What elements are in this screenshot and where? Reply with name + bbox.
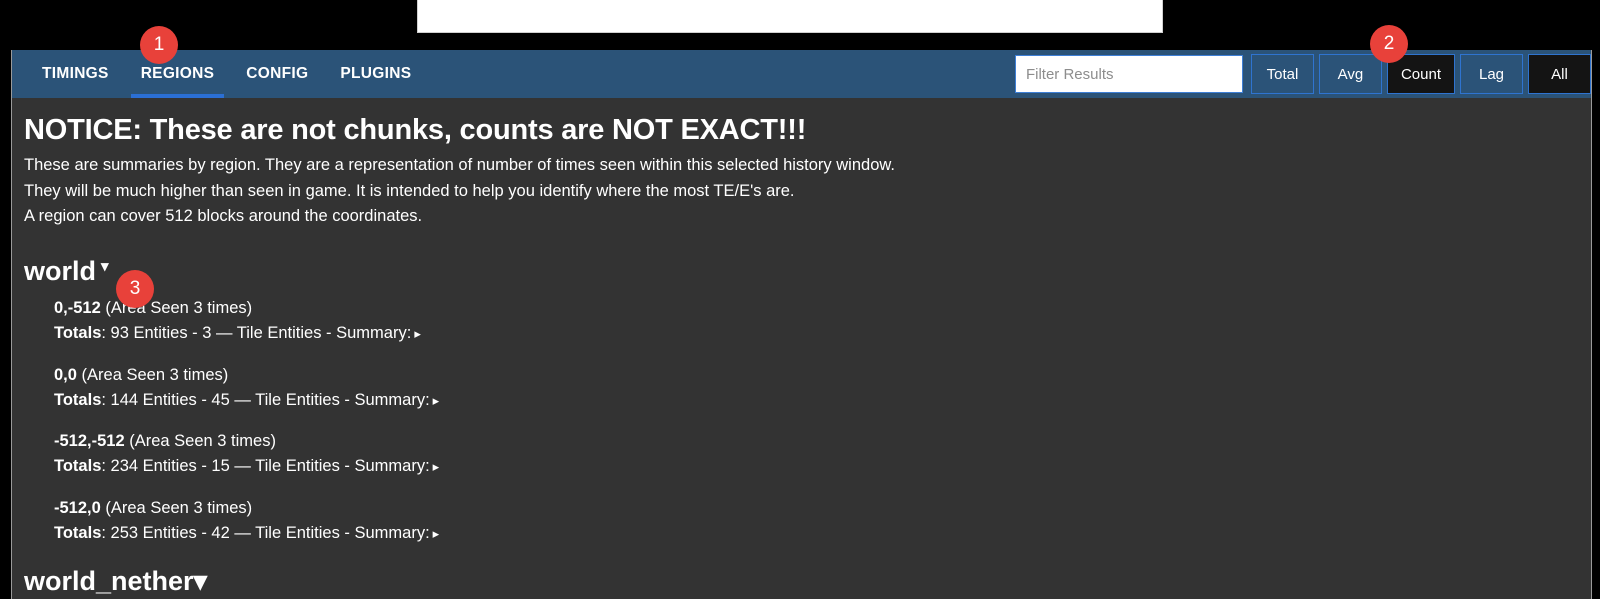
region-totals-line: Totals: 93 Entities - 3 — Tile Entities …	[54, 321, 1591, 346]
annotation-badge-1: 1	[140, 26, 178, 64]
metric-button-all[interactable]: All	[1528, 54, 1591, 94]
world-heading[interactable]: world ▾	[24, 256, 109, 287]
annotation-badge-2: 2	[1370, 25, 1408, 63]
region-seen-text: (Area Seen 3 times)	[129, 432, 276, 451]
region-coords: 0,0	[54, 365, 77, 384]
summary-expand-icon[interactable]: ▸	[414, 326, 421, 341]
tab-config[interactable]: CONFIG	[230, 50, 324, 98]
region-totals-line: Totals: 253 Entities - 42 — Tile Entitie…	[54, 521, 1591, 546]
region-item: -512,0 (Area Seen 3 times) Totals: 253 E…	[24, 497, 1591, 546]
metric-button-group: Total Avg Count Lag All	[1250, 54, 1591, 94]
region-item: -512,-512 (Area Seen 3 times) Totals: 23…	[24, 430, 1591, 479]
region-item: 0,-512 (Area Seen 3 times) Totals: 93 En…	[24, 297, 1591, 346]
nav-tabs: TIMINGS REGIONS CONFIG PLUGINS	[12, 50, 427, 98]
region-coords-line: -512,0 (Area Seen 3 times)	[54, 497, 1591, 521]
notice-line-1: These are summaries by region. They are …	[24, 156, 895, 175]
notice-line-2: They will be much higher than seen in ga…	[24, 181, 795, 200]
tab-plugins[interactable]: PLUGINS	[324, 50, 427, 98]
region-totals-line: Totals: 144 Entities - 45 — Tile Entitie…	[54, 388, 1591, 413]
notice-line-3: A region can cover 512 blocks around the…	[24, 207, 423, 226]
region-totals-label: Totals	[54, 523, 102, 542]
screenshot-root: TIMINGS REGIONS CONFIG PLUGINS Total Avg…	[0, 0, 1600, 599]
region-totals-text: : 234 Entities - 15 — Tile Entities - Su…	[101, 457, 430, 476]
region-item: 0,0 (Area Seen 3 times) Totals: 144 Enti…	[24, 364, 1591, 413]
region-seen-text: (Area Seen 3 times)	[81, 365, 229, 384]
region-coords: -512,0	[54, 499, 101, 518]
nav-controls: Total Avg Count Lag All	[1014, 50, 1591, 98]
metric-button-avg[interactable]: Avg	[1318, 54, 1382, 94]
region-totals-text: : 93 Entities - 3 — Tile Entities - Summ…	[101, 323, 412, 342]
filter-results-input[interactable]	[1014, 55, 1243, 93]
timings-app-frame: TIMINGS REGIONS CONFIG PLUGINS Total Avg…	[11, 50, 1592, 599]
navbar: TIMINGS REGIONS CONFIG PLUGINS Total Avg…	[12, 50, 1591, 98]
regions-content: NOTICE: These are not chunks, counts are…	[12, 98, 1591, 597]
world-nether-heading[interactable]: world_nether ▾	[24, 566, 207, 597]
region-totals-label: Totals	[54, 323, 102, 342]
region-totals-line: Totals: 234 Entities - 15 — Tile Entitie…	[54, 454, 1591, 479]
top-white-panel	[417, 0, 1163, 33]
world-heading-label: world	[24, 256, 96, 287]
chevron-down-icon: ▾	[101, 258, 109, 276]
tab-timings[interactable]: TIMINGS	[26, 50, 125, 98]
summary-expand-icon[interactable]: ▸	[433, 393, 440, 408]
region-totals-label: Totals	[54, 457, 102, 476]
metric-button-total[interactable]: Total	[1250, 54, 1314, 94]
summary-expand-icon[interactable]: ▸	[433, 526, 440, 541]
region-seen-text: (Area Seen 3 times)	[105, 499, 253, 518]
world-nether-heading-label: world_nether	[24, 565, 194, 596]
annotation-badge-3: 3	[116, 270, 154, 308]
region-totals-text: : 144 Entities - 45 — Tile Entities - Su…	[101, 390, 430, 409]
region-coords: 0,-512	[54, 299, 101, 318]
region-coords-line: 0,-512 (Area Seen 3 times)	[54, 297, 1591, 321]
notice-title: NOTICE: These are not chunks, counts are…	[24, 114, 807, 146]
tab-regions[interactable]: REGIONS	[125, 50, 231, 98]
chevron-down-icon: ▾	[193, 565, 208, 596]
metric-button-lag[interactable]: Lag	[1460, 54, 1523, 94]
region-totals-label: Totals	[54, 390, 102, 409]
region-coords: -512,-512	[54, 432, 125, 451]
summary-expand-icon[interactable]: ▸	[433, 459, 440, 474]
region-totals-text: : 253 Entities - 42 — Tile Entities - Su…	[101, 523, 430, 542]
region-coords-line: 0,0 (Area Seen 3 times)	[54, 364, 1591, 388]
region-list: 0,-512 (Area Seen 3 times) Totals: 93 En…	[24, 297, 1591, 546]
region-coords-line: -512,-512 (Area Seen 3 times)	[54, 430, 1591, 454]
